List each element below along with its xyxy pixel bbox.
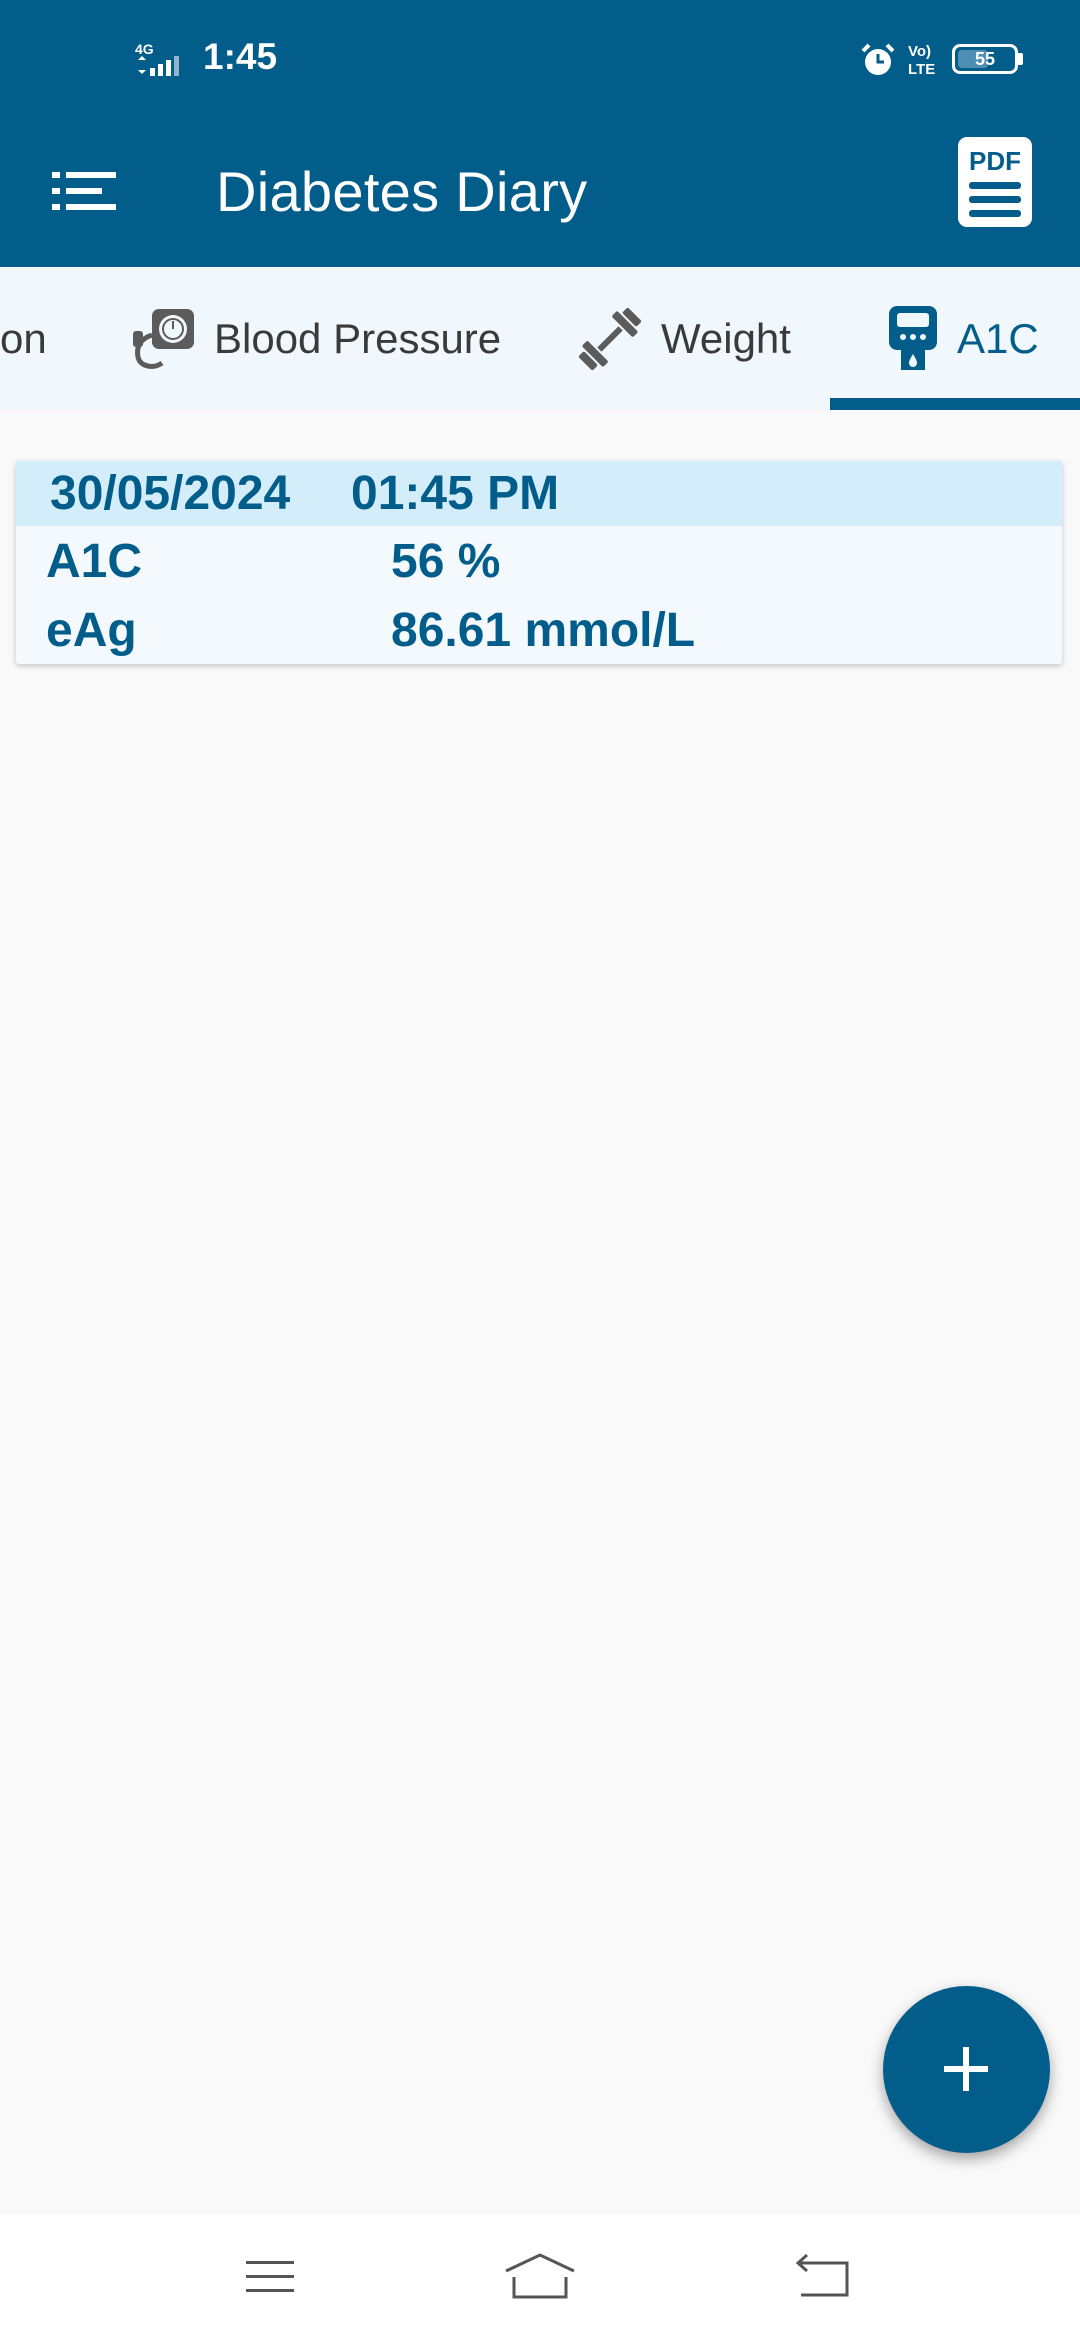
plus-icon (944, 2047, 988, 2091)
glucometer-icon (889, 305, 937, 370)
tab-label: Weight (661, 314, 791, 362)
blood-pressure-icon (133, 308, 194, 369)
recents-icon[interactable] (230, 2247, 310, 2307)
status-time: 1:45 (203, 36, 278, 77)
tab-label: on (0, 314, 47, 362)
tab-label: A1C (957, 314, 1039, 362)
home-icon[interactable] (500, 2247, 580, 2307)
back-icon[interactable] (785, 2247, 865, 2307)
dumbbell-icon (579, 307, 641, 370)
tab-blood-pressure[interactable]: Blood Pressure (130, 267, 501, 410)
app-header: 4G 1:45 Vo) LTE 55 Diabetes Diary PDF (0, 0, 1080, 267)
battery-icon: 55 (952, 44, 1018, 74)
active-tab-indicator (830, 398, 1080, 410)
svg-text:LTE: LTE (908, 61, 935, 78)
pdf-icon[interactable]: PDF (955, 134, 1035, 230)
svg-text:PDF: PDF (969, 146, 1021, 176)
add-record-button[interactable] (883, 1986, 1050, 2153)
record-time: 01:45 PM (351, 467, 560, 520)
battery-percent: 55 (974, 49, 996, 69)
tab-bar: on Blood Pressure Weight A1C (0, 267, 1080, 410)
a1c-record-card[interactable]: 30/05/2024 01:45 PM A1C 56 % eAg 86.61 m… (16, 461, 1062, 664)
tab-a1c[interactable]: A1C (885, 267, 1039, 410)
tab-partial[interactable]: on (0, 267, 47, 410)
a1c-label: A1C (46, 535, 143, 588)
system-nav-bar (0, 2214, 1080, 2340)
status-bar: 4G 1:45 Vo) LTE 55 (0, 0, 1080, 120)
app-title: Diabetes Diary (216, 160, 588, 223)
volte-icon: Vo) LTE (908, 43, 935, 78)
alarm-icon (861, 43, 895, 75)
svg-text:4G: 4G (135, 41, 154, 57)
tab-weight[interactable]: Weight (575, 267, 791, 410)
eag-label: eAg (46, 604, 137, 657)
record-header: 30/05/2024 01:45 PM (16, 461, 1062, 526)
app-bar: Diabetes Diary PDF (0, 120, 1080, 267)
menu-icon[interactable] (40, 158, 130, 230)
svg-text:Vo): Vo) (908, 43, 931, 60)
tab-label: Blood Pressure (214, 314, 502, 362)
a1c-value: 56 % (391, 535, 501, 588)
record-date: 30/05/2024 (50, 467, 291, 520)
eag-value: 86.61 mmol/L (391, 604, 696, 657)
battery-tip (1018, 53, 1023, 65)
signal-icon: 4G (135, 41, 179, 76)
